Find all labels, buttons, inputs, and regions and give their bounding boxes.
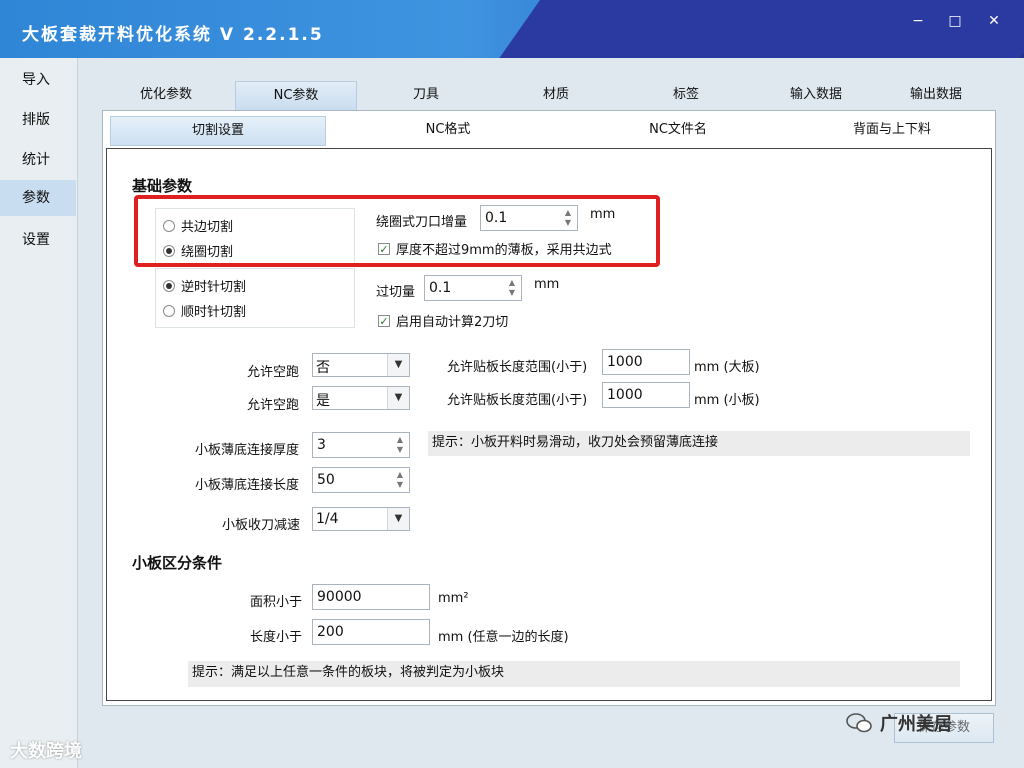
radio-circle	[163, 304, 175, 317]
subtab-nc-filename[interactable]: NC文件名	[570, 116, 786, 146]
overcut-value: 0.1	[429, 280, 452, 296]
tab-output-data[interactable]: 输出数据	[876, 81, 996, 111]
chevron-down-icon[interactable]: ▼	[387, 508, 409, 530]
sidebar-item-layout[interactable]: 排版	[0, 102, 76, 138]
allow-idle-label-2: 允许空跑	[247, 398, 300, 413]
sidebar-item-import[interactable]: 导入	[0, 62, 76, 98]
allow-idle-select-2[interactable]: 是 ▼	[312, 386, 410, 410]
spin-arrows-icon[interactable]: ▲ ▼	[393, 470, 407, 490]
allow-idle-value: 否	[316, 360, 330, 376]
tab-tools[interactable]: 刀具	[366, 81, 486, 111]
watermark-right: 广州美居	[846, 710, 952, 736]
bottom-length-label: 小板薄底连接长度	[195, 478, 300, 493]
spin-arrows-icon[interactable]: ▲ ▼	[505, 278, 519, 298]
length-label: 长度小于	[250, 630, 303, 645]
allow-idle-value-2: 是	[316, 393, 330, 409]
area-unit: mm²	[438, 591, 469, 606]
checkmark-icon: ✓	[378, 314, 390, 328]
watermark-left: 大数跨境	[10, 741, 82, 762]
length-unit: mm (任意一边的长度)	[438, 630, 569, 645]
auto-two-pass-label: 启用自动计算2刀切	[396, 315, 509, 330]
sidebar-item-stats[interactable]: 统计	[0, 142, 76, 178]
small-board-heading: 小板区分条件	[132, 554, 223, 572]
sidebar: 导入 排版 统计 参数 设置	[0, 58, 78, 768]
area-label: 面积小于	[250, 595, 303, 610]
paste-range-big-value: 1000	[607, 354, 643, 370]
bottom-length-input[interactable]: 50 ▲ ▼	[312, 467, 410, 493]
overcut-unit: mm	[534, 277, 560, 292]
overcut-label: 过切量	[376, 285, 416, 300]
sidebar-item-params[interactable]: 参数	[0, 180, 76, 216]
tab-labels[interactable]: 标签	[626, 81, 746, 111]
tab-nc-params[interactable]: NC参数	[235, 81, 357, 111]
paste-range-big-label: 允许贴板长度范围(小于)	[447, 360, 588, 375]
paste-range-big-unit: mm (大板)	[694, 360, 760, 375]
tab-optimize-params[interactable]: 优化参数	[106, 81, 226, 111]
allow-idle-label: 允许空跑	[247, 365, 300, 380]
bottom-thickness-value: 3	[317, 437, 326, 453]
bottom-thickness-label: 小板薄底连接厚度	[195, 443, 300, 458]
slowdown-label: 小板收刀减速	[222, 518, 301, 533]
radio-label: 逆时针切割	[181, 280, 247, 295]
basic-params-heading: 基础参数	[132, 177, 193, 195]
wechat-icon	[846, 712, 872, 734]
paste-range-small-unit: mm (小板)	[694, 393, 760, 408]
highlight-box	[134, 195, 660, 267]
spin-arrows-icon[interactable]: ▲ ▼	[393, 435, 407, 455]
chevron-down-icon[interactable]: ▼	[387, 387, 409, 409]
small-board-hint: 提示：满足以上任意一条件的板块，将被判定为小板块	[188, 661, 960, 687]
paste-range-big-input[interactable]: 1000	[602, 349, 690, 375]
radio-circle	[163, 279, 175, 292]
subtab-cut-settings[interactable]: 切割设置	[110, 116, 326, 146]
area-input[interactable]: 90000	[312, 584, 430, 610]
watermark-right-text: 广州美居	[880, 714, 952, 735]
length-input[interactable]: 200	[312, 619, 430, 645]
paste-range-small-value: 1000	[607, 387, 643, 403]
area-value: 90000	[317, 589, 362, 605]
chevron-down-icon[interactable]: ▼	[387, 354, 409, 376]
paste-range-small-label: 允许贴板长度范围(小于)	[447, 393, 588, 408]
title-bar: 大板套裁开料优化系统 V 2.2.1.5 − □ ✕	[0, 0, 1024, 58]
length-value: 200	[317, 624, 344, 640]
bottom-length-value: 50	[317, 472, 335, 488]
radio-label: 顺时针切割	[181, 305, 247, 320]
app-title: 大板套裁开料优化系统 V 2.2.1.5	[22, 25, 324, 45]
subtab-back-loading[interactable]: 背面与上下料	[784, 116, 1000, 146]
tab-input-data[interactable]: 输入数据	[756, 81, 876, 111]
auto-two-pass-checkbox[interactable]: ✓ 启用自动计算2刀切	[378, 311, 508, 330]
tab-material[interactable]: 材质	[496, 81, 616, 111]
close-button[interactable]: ✕	[978, 10, 1010, 32]
minimize-button[interactable]: −	[902, 10, 934, 32]
slowdown-value: 1/4	[316, 511, 339, 527]
slowdown-select[interactable]: 1/4 ▼	[312, 507, 410, 531]
radio-clockwise[interactable]: 顺时针切割	[163, 301, 246, 320]
bottom-hint: 提示：小板开料时易滑动，收刀处会预留薄底连接	[428, 431, 970, 456]
bottom-thickness-input[interactable]: 3 ▲ ▼	[312, 432, 410, 458]
subtab-nc-format[interactable]: NC格式	[340, 116, 556, 146]
sidebar-item-settings[interactable]: 设置	[0, 222, 76, 258]
overcut-input[interactable]: 0.1 ▲ ▼	[424, 275, 522, 301]
allow-idle-select[interactable]: 否 ▼	[312, 353, 410, 377]
radio-counterclockwise[interactable]: 逆时针切割	[163, 276, 246, 295]
maximize-button[interactable]: □	[939, 10, 971, 32]
paste-range-small-input[interactable]: 1000	[602, 382, 690, 408]
